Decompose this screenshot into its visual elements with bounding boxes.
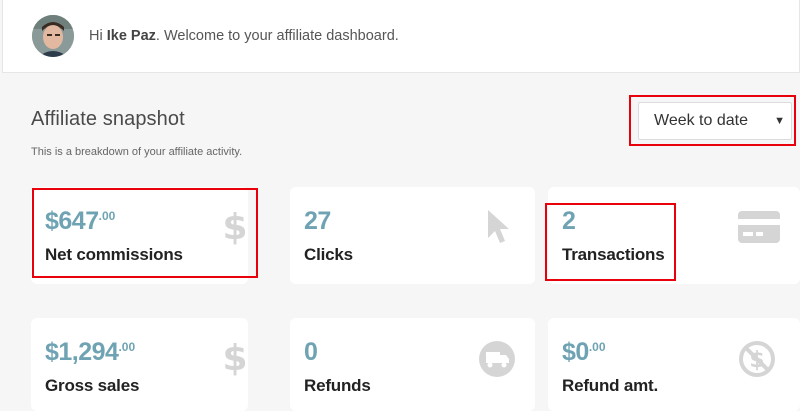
avatar[interactable] [32,15,74,57]
stat-value: $1,294.00 [45,338,136,366]
stat-value: $0.00 [562,338,606,366]
stat-card-gross-sales: $1,294.00 Gross sales $ [31,318,248,411]
stat-label: Clicks [304,245,353,264]
cursor-icon [486,209,510,250]
stat-value: $647.00 [45,207,116,235]
stat-label: Transactions [562,245,665,264]
stat-value: 27 [304,207,331,235]
dollar-icon: $ [222,207,247,250]
stat-card-refunds: 0 Refunds [290,318,535,411]
svg-text:$: $ [225,338,245,376]
stat-card-refund-amount: $0.00 Refund amt. $ [548,318,800,411]
credit-card-icon [738,211,780,248]
greeting-prefix: Hi [89,28,107,44]
page-title: Affiliate snapshot [31,108,185,130]
stat-card-clicks: 27 Clicks [290,187,535,284]
welcome-bar: Hi Ike Paz. Welcome to your affiliate da… [2,0,800,73]
user-name: Ike Paz [106,28,156,44]
stat-card-transactions: 2 Transactions [548,187,800,284]
chevron-down-icon: ▼ [774,115,785,127]
greeting-suffix: . Welcome to your affiliate dashboard. [155,28,399,44]
stat-label: Net commissions [45,245,183,264]
no-dollar-icon: $ [738,340,776,383]
welcome-message: Hi Ike Paz. Welcome to your affiliate da… [89,28,399,44]
stat-label: Gross sales [45,376,140,395]
stat-value: 0 [304,338,318,366]
stat-label: Refund amt. [562,376,659,395]
date-range-value: Week to date [654,112,748,129]
date-range-select[interactable]: Week to date ▼ [638,102,792,140]
stat-value: 2 [562,207,576,235]
page-subtitle: This is a breakdown of your affiliate ac… [31,146,243,158]
stat-card-net-commissions: $647.00 Net commissions $ [31,187,248,284]
stat-label: Refunds [304,376,371,395]
dollar-icon: $ [222,338,247,381]
return-truck-icon [478,340,516,383]
svg-text:$: $ [225,207,245,245]
